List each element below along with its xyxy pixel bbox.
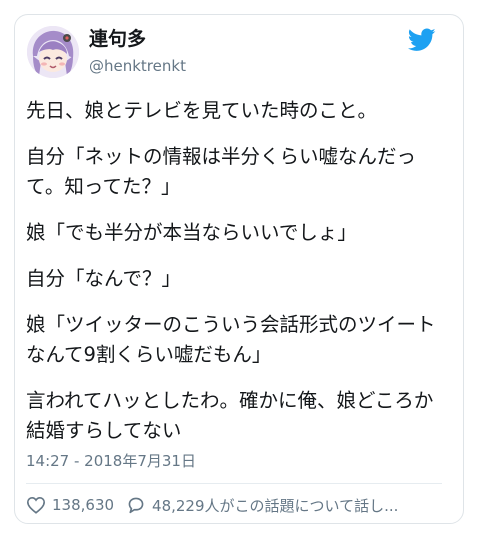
avatar[interactable] xyxy=(27,26,79,78)
divider xyxy=(26,483,442,484)
tweet-timestamp[interactable]: 14:27 - 2018年7月31日 xyxy=(26,451,196,471)
tweet-paragraph: 言われてハッとしたわ。確かに俺、娘どころか 結婚すらしてない xyxy=(26,389,434,442)
like-count: 138,630 xyxy=(52,496,115,514)
heart-icon xyxy=(26,496,46,514)
user-handle[interactable]: @henktrenkt xyxy=(89,56,186,76)
tweet-paragraph: 自分「なんで？」 xyxy=(26,267,182,290)
tweet-paragraph: 先日、娘とテレビを見ていた時のこと。 xyxy=(26,99,378,122)
conversation-count: 48,229人がこの話題について話し... xyxy=(152,496,399,515)
action-bar: 138,630 48,229人がこの話題について話し... xyxy=(26,492,410,518)
tweet-text: 先日、娘とテレビを見ていた時のこと。 自分「ネットの情報は半分くらい嘘なんだっ … xyxy=(26,96,441,462)
tweet-paragraph: 自分「ネットの情報は半分くらい嘘なんだっ て。知ってた？」 xyxy=(26,145,417,198)
like-button[interactable]: 138,630 xyxy=(26,496,114,514)
twitter-bird-icon[interactable] xyxy=(408,28,436,52)
reply-button[interactable]: 48,229人がこの話題について話し... xyxy=(126,495,398,516)
tweet-paragraph: 娘「ツイッターのこういう会話形式のツイート なんて9割くらい嘘だもん」 xyxy=(26,313,436,366)
tweet-paragraph: 娘「でも半分が本当ならいいでしょ」 xyxy=(26,221,357,244)
display-name[interactable]: 連句多 xyxy=(89,27,146,51)
speech-bubble-icon xyxy=(128,497,144,514)
